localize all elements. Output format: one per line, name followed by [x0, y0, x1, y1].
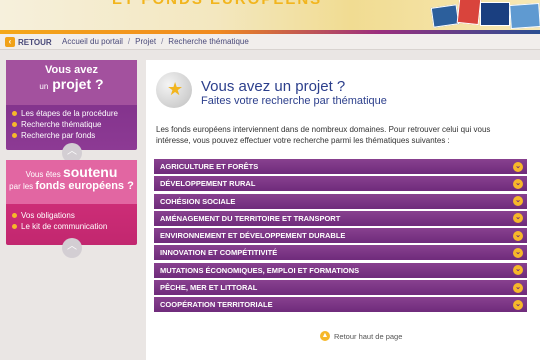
- sidebar-item-etapes[interactable]: Les étapes de la procédure: [12, 108, 118, 119]
- banner-photo: [430, 4, 460, 28]
- chevron-left-icon: ‹: [5, 37, 15, 47]
- theme-item-mutations[interactable]: MUTATIONS ÉCONOMIQUES, EMPLOI ET FORMATI…: [154, 262, 527, 278]
- theme-label: INNOVATION ET COMPÉTITIVITÉ: [160, 248, 278, 258]
- bullet-icon: [12, 122, 17, 127]
- theme-item-innovation[interactable]: INNOVATION ET COMPÉTITIVITÉ ⌄: [154, 245, 527, 261]
- sidebar-box-projet-heading: Vous avez un projet ?: [6, 60, 137, 105]
- back-label: RETOUR: [18, 37, 52, 47]
- theme-label: DÉVELOPPEMENT RURAL: [160, 179, 256, 189]
- star-icon: ★: [156, 72, 192, 108]
- back-to-top-link[interactable]: ▲ Retour haut de page: [320, 331, 402, 341]
- back-button[interactable]: ‹ RETOUR: [5, 37, 52, 47]
- theme-label: PÊCHE, MER ET LITTORAL: [160, 283, 258, 293]
- heading-big: fonds européens ?: [35, 180, 134, 192]
- chevron-down-icon: ⌄: [513, 282, 523, 293]
- heading-line: un projet ?: [6, 76, 137, 92]
- breadcrumb-separator: /: [161, 37, 164, 46]
- bullet-icon: [12, 224, 17, 229]
- page-subtitle: Faites votre recherche par thématique: [201, 95, 387, 107]
- theme-item-environnement[interactable]: ENVIRONNEMENT ET DÉVELOPPEMENT DURABLE ⌄: [154, 228, 527, 244]
- theme-item-cooperation[interactable]: COOPÉRATION TERRITORIALE ⌄: [154, 297, 527, 313]
- chevron-down-icon: ⌄: [513, 178, 523, 189]
- theme-list: AGRICULTURE ET FORÊTS ⌄ DÉVELOPPEMENT RUR…: [154, 159, 527, 315]
- theme-label: COOPÉRATION TERRITORIALE: [160, 300, 273, 310]
- back-to-top-label: Retour haut de page: [334, 331, 403, 341]
- breadcrumb-link-home[interactable]: Accueil du portail: [62, 37, 123, 46]
- theme-label: ENVIRONNEMENT ET DÉVELOPPEMENT DURABLE: [160, 231, 346, 241]
- breadcrumb-separator: /: [127, 37, 131, 46]
- arrow-up-icon: ▲: [320, 331, 330, 341]
- page-title: Vous avez un projet ?: [201, 78, 346, 95]
- sidebar-item-label: Le kit de communication: [21, 222, 108, 231]
- heading-line: Vous avez: [45, 64, 98, 76]
- sidebar-soutenu-links: Vos obligations Le kit de communication: [12, 210, 107, 232]
- heading-small: un: [39, 82, 49, 91]
- banner-photo: [456, 0, 482, 26]
- heading-small: par les: [9, 182, 34, 191]
- sidebar-item-label: Recherche thématique: [21, 120, 102, 129]
- bullet-icon: [12, 111, 17, 116]
- theme-item-agriculture[interactable]: AGRICULTURE ET FORÊTS ⌄: [154, 159, 527, 174]
- banner-photo-collage: [428, 0, 540, 30]
- sidebar-item-obligations[interactable]: Vos obligations: [12, 210, 107, 221]
- chevron-down-icon: ⌄: [513, 161, 523, 172]
- heading-small: Vous êtes: [25, 170, 61, 179]
- breadcrumb-link-projet[interactable]: Projet: [135, 37, 156, 46]
- banner-photo: [480, 2, 510, 26]
- theme-label: COHÉSION SOCIALE: [160, 196, 236, 206]
- sidebar-item-label: Les étapes de la procédure: [21, 109, 118, 118]
- main-content: ★ Vous avez un projet ? Faites votre rec…: [146, 60, 540, 360]
- chevron-down-icon: ⌄: [513, 265, 523, 276]
- breadcrumb-current-page: Recherche thématique: [168, 37, 249, 46]
- header-banner: ET FONDS EUROPÉENS: [0, 0, 540, 30]
- heading-line: Vous êtes soutenu: [6, 164, 137, 180]
- sidebar-item-kit-communication[interactable]: Le kit de communication: [12, 221, 107, 232]
- chevron-down-icon: ⌄: [513, 247, 523, 258]
- sidebar-box-soutenu-heading: Vous êtes soutenu par les fonds européen…: [6, 160, 137, 204]
- intro-text: Les fonds européens interviennent dans d…: [156, 125, 491, 145]
- theme-item-amenagement[interactable]: AMÉNAGEMENT DU TERRITOIRE ET TRANSPORT ⌄: [154, 210, 527, 226]
- theme-item-peche[interactable]: PÊCHE, MER ET LITTORAL ⌄: [154, 280, 527, 296]
- theme-label: MUTATIONS ÉCONOMIQUES, EMPLOI ET FORMATI…: [160, 265, 360, 275]
- banner-title: ET FONDS EUROPÉENS: [112, 0, 322, 8]
- bullet-icon: [12, 213, 17, 218]
- sidebar-item-label: Vos obligations: [21, 211, 75, 220]
- theme-item-cohesion-sociale[interactable]: COHÉSION SOCIALE ⌄: [154, 193, 527, 209]
- sidebar-item-label: Recherche par fonds: [21, 131, 96, 140]
- heading-line: par les fonds européens ?: [6, 180, 137, 192]
- chevron-down-icon: ⌄: [513, 230, 523, 241]
- banner-photo: [509, 2, 540, 30]
- sidebar-projet-links: Les étapes de la procédure Recherche thé…: [12, 108, 118, 141]
- sidebar-item-recherche-thematique[interactable]: Recherche thématique: [12, 119, 118, 130]
- chevron-down-icon: ⌄: [513, 213, 523, 224]
- heading-big: projet ?: [52, 76, 104, 92]
- breadcrumb: ‹ RETOUR Accueil du portail / Projet / R…: [0, 34, 540, 50]
- heading-big: soutenu: [62, 164, 118, 180]
- theme-label: AMÉNAGEMENT DU TERRITOIRE ET TRANSPORT: [160, 213, 341, 223]
- sidebar-item-recherche-fonds[interactable]: Recherche par fonds: [12, 130, 118, 141]
- chevron-up-icon[interactable]: ︿: [62, 238, 82, 258]
- chevron-down-icon: ⌄: [513, 299, 523, 310]
- sidebar-box-soutenu: Vous êtes soutenu par les fonds européen…: [6, 160, 137, 245]
- theme-label: AGRICULTURE ET FORÊTS: [160, 162, 259, 171]
- sidebar-box-projet: Vous avez un projet ? Les étapes de la p…: [6, 60, 137, 150]
- bullet-icon: [12, 133, 17, 138]
- theme-item-developpement-rural[interactable]: DÉVELOPPEMENT RURAL ⌄: [154, 176, 527, 192]
- chevron-down-icon: ⌄: [513, 196, 523, 207]
